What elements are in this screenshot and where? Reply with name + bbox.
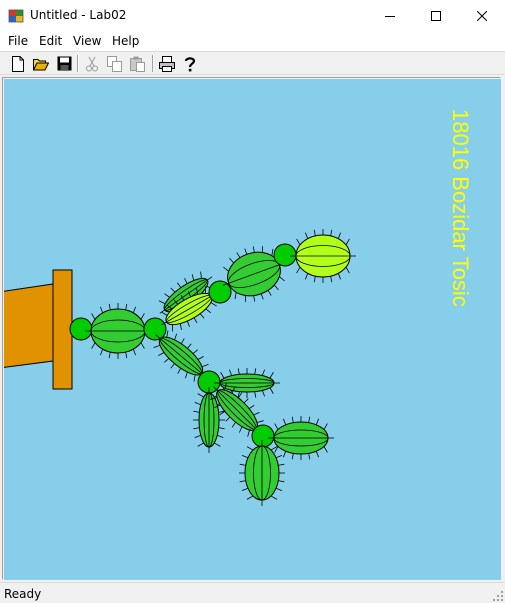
cut-icon — [86, 56, 98, 71]
close-icon — [477, 10, 487, 21]
menu-file[interactable]: File — [8, 34, 28, 48]
minimize-button[interactable] — [367, 0, 413, 31]
toolbar — [0, 51, 505, 75]
cactus-joint — [208, 280, 232, 304]
cactus-joint — [69, 317, 93, 341]
save-button[interactable] — [55, 55, 73, 72]
menu-help[interactable]: Help — [112, 34, 139, 48]
paste-button[interactable] — [129, 55, 147, 72]
status-text: Ready — [4, 587, 42, 601]
open-folder-icon — [33, 58, 49, 70]
save-icon — [57, 56, 71, 71]
author-label: 18016 Bozidar Tosic — [449, 109, 473, 307]
cactus-segment — [268, 416, 334, 460]
canvas-frame: 18016 Bozidar Tosic — [2, 77, 501, 580]
status-bar: Ready — [0, 582, 505, 603]
resize-grip-icon[interactable] — [492, 590, 504, 602]
author-text: 18016 Bozidar Tosic — [449, 109, 473, 307]
maximize-button[interactable] — [413, 0, 459, 31]
pot-body — [4, 283, 54, 368]
cactus-segment — [290, 229, 356, 283]
cactus-segment — [239, 440, 285, 506]
menu-bar: File Edit View Help — [0, 31, 505, 51]
title-bar[interactable]: Untitled - Lab02 — [0, 0, 505, 31]
app-icon — [8, 9, 24, 23]
client-area: 18016 Bozidar Tosic — [0, 75, 505, 582]
print-icon — [159, 55, 175, 72]
print-button[interactable] — [158, 55, 176, 72]
cactus-joint — [251, 424, 275, 448]
window-title: Untitled - Lab02 — [30, 8, 127, 22]
cactus-plant — [69, 229, 356, 506]
copy-button[interactable] — [106, 55, 124, 72]
new-button[interactable] — [9, 55, 27, 72]
paste-icon — [130, 56, 145, 72]
minimize-icon — [385, 15, 395, 17]
menu-view[interactable]: View — [73, 34, 101, 48]
maximize-icon — [431, 10, 441, 21]
cactus-drawing — [4, 229, 356, 506]
cut-button[interactable] — [83, 55, 101, 72]
toolbar-separator — [152, 55, 154, 72]
toolbar-separator — [77, 55, 79, 72]
cactus-joint — [273, 243, 297, 267]
open-button[interactable] — [32, 55, 50, 72]
drawing-canvas[interactable]: 18016 Bozidar Tosic — [4, 79, 501, 580]
menu-edit[interactable]: Edit — [39, 34, 62, 48]
close-button[interactable] — [459, 0, 505, 31]
new-document-icon — [12, 55, 24, 72]
pot-rim — [52, 269, 73, 390]
copy-icon — [107, 55, 122, 72]
help-icon — [184, 56, 196, 71]
help-button[interactable] — [181, 55, 199, 72]
cactus-segment — [85, 303, 151, 359]
